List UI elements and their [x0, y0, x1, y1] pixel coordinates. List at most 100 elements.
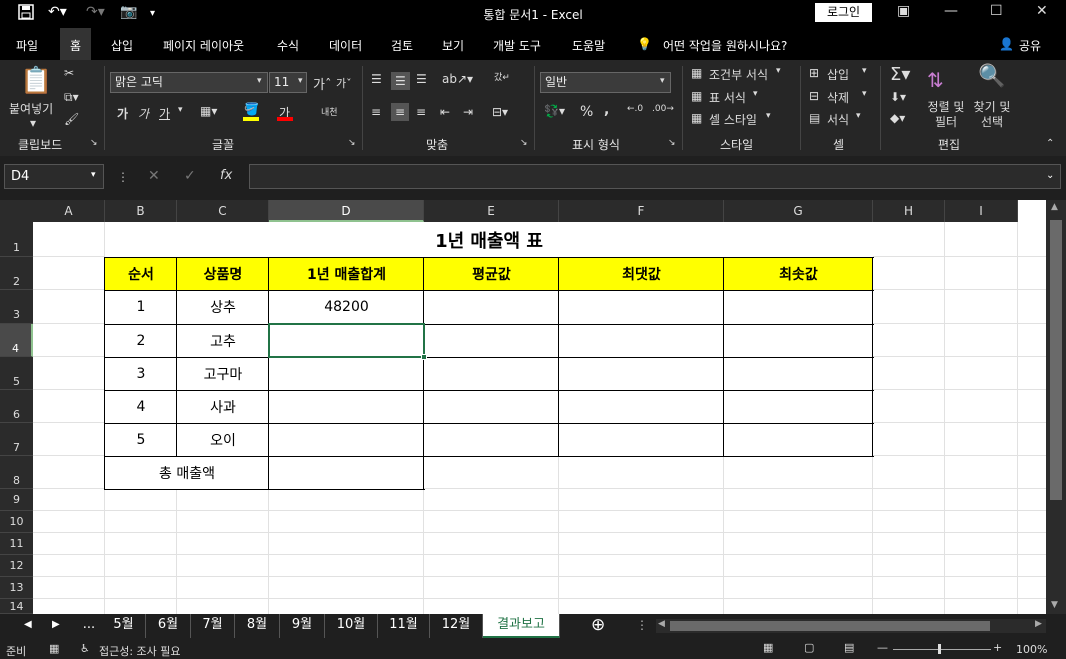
align-top-icon[interactable]: ☰ [371, 72, 382, 86]
table-cell[interactable]: 3 [105, 357, 177, 390]
row-header[interactable]: 5 [0, 357, 33, 390]
table-cell[interactable] [559, 423, 724, 456]
zoom-out-icon[interactable]: — [877, 641, 888, 654]
chevron-down-icon[interactable]: ▾ [776, 66, 781, 76]
column-header[interactable]: A [33, 200, 105, 222]
prev-sheet-icon[interactable]: ◀ [24, 619, 32, 630]
sheet-tab[interactable]: 11월 [378, 614, 430, 638]
row-header[interactable]: 13 [0, 577, 33, 599]
phonetic-button[interactable]: 내천 [321, 105, 338, 118]
header-cell[interactable]: 평균값 [424, 257, 559, 290]
active-cell-selection[interactable] [268, 323, 425, 358]
table-cell[interactable]: 1 [105, 290, 177, 324]
table-cell[interactable] [559, 357, 724, 390]
align-left-icon[interactable]: ≡ [371, 105, 381, 119]
row-header[interactable]: 10 [0, 511, 33, 533]
minimize-icon[interactable]: — [944, 3, 958, 19]
format-cells-button[interactable]: 서식 [827, 111, 849, 128]
header-cell[interactable]: 최댓값 [559, 257, 724, 290]
paste-dropdown-icon[interactable]: ▾ [30, 116, 36, 130]
page-break-view-icon[interactable]: ▤ [844, 641, 854, 654]
horizontal-scrollbar[interactable]: ◀ ▶ [656, 619, 1046, 633]
header-cell[interactable]: 1년 매출합계 [269, 257, 424, 290]
tab-view[interactable]: 보기 [442, 37, 464, 54]
table-format-icon[interactable]: ▦ [691, 89, 702, 103]
scroll-left-icon[interactable]: ◀ [658, 619, 665, 629]
decrease-decimal-icon[interactable]: .00→ [652, 104, 674, 114]
table-cell[interactable]: 사과 [177, 390, 269, 423]
align-center-icon[interactable]: ≡ [391, 103, 410, 121]
tab-developer[interactable]: 개발 도구 [493, 37, 541, 54]
tab-review[interactable]: 검토 [391, 37, 413, 54]
header-cell[interactable]: 상품명 [177, 257, 269, 290]
total-label[interactable]: 총 매출액 [105, 456, 269, 489]
sheet-tab[interactable]: 12월 [430, 614, 483, 638]
delete-cells-button[interactable]: 삭제 [827, 89, 849, 106]
table-cell[interactable]: 상추 [177, 290, 269, 324]
merge-center-icon[interactable]: ⊟▾ [492, 105, 508, 119]
table-cell[interactable] [559, 390, 724, 423]
column-header[interactable]: I [945, 200, 1018, 222]
share-button[interactable]: 공유 [1019, 37, 1041, 54]
expand-formula-icon[interactable]: ⌄ [1046, 170, 1054, 181]
row-header[interactable]: 2 [0, 257, 33, 290]
total-cell[interactable] [269, 456, 424, 489]
table-cell[interactable]: 48200 [269, 290, 424, 324]
column-header[interactable]: G [724, 200, 873, 222]
table-cell[interactable] [424, 357, 559, 390]
sort-filter-button[interactable]: 정렬 및 필터 [925, 100, 967, 130]
chevron-down-icon[interactable]: ▾ [660, 76, 665, 86]
chevron-down-icon[interactable]: ▾ [862, 89, 867, 99]
accessibility-icon[interactable]: ♿ [80, 642, 90, 655]
format-painter-icon[interactable]: 🖌 [64, 112, 79, 126]
zoom-level[interactable]: 100% [1016, 643, 1047, 656]
sort-filter-icon[interactable]: ⇅ [927, 68, 944, 92]
column-header[interactable]: H [873, 200, 945, 222]
insert-function-icon[interactable]: fx [220, 168, 232, 183]
row-header[interactable]: 9 [0, 489, 33, 511]
row-header[interactable]: 3 [0, 290, 33, 324]
scrollbar-thumb[interactable] [670, 621, 990, 631]
table-cell[interactable] [424, 423, 559, 456]
table-cell[interactable] [269, 390, 424, 423]
collapse-ribbon-icon[interactable]: ⌃ [1046, 138, 1054, 149]
enter-icon[interactable]: ✓ [184, 168, 196, 184]
increase-indent-icon[interactable]: ⇥ [463, 105, 473, 119]
scroll-up-icon[interactable]: ▲ [1051, 202, 1058, 212]
table-cell[interactable]: 고구마 [177, 357, 269, 390]
table-cell[interactable]: 고추 [177, 324, 269, 357]
chevron-down-icon[interactable]: ▾ [178, 105, 183, 115]
table-cell[interactable] [424, 290, 559, 324]
sheet-tab[interactable]: 6월 [146, 614, 191, 638]
tab-formulas[interactable]: 수식 [277, 37, 299, 54]
scrollbar-thumb[interactable] [1050, 220, 1062, 500]
zoom-slider[interactable] [893, 649, 991, 650]
scroll-right-icon[interactable]: ▶ [1035, 619, 1042, 629]
accessibility-status[interactable]: 접근성: 조사 필요 [99, 643, 181, 659]
table-cell[interactable]: 오이 [177, 423, 269, 456]
tab-page-layout[interactable]: 페이지 레이아웃 [163, 37, 244, 54]
table-cell[interactable] [724, 324, 873, 357]
copy-icon[interactable]: ⧉▾ [64, 90, 79, 105]
table-cell[interactable] [724, 290, 873, 324]
row-header[interactable]: 8 [0, 456, 33, 489]
tab-file[interactable]: 파일 [16, 37, 38, 54]
chevron-down-icon[interactable]: ▾ [91, 170, 96, 180]
next-sheet-icon[interactable]: ▶ [52, 619, 60, 630]
autosum-icon[interactable]: Σ▾ [890, 64, 910, 85]
increase-decimal-icon[interactable]: ←.0 [627, 104, 643, 114]
person-icon[interactable]: 👤 [999, 37, 1014, 51]
table-cell[interactable] [559, 290, 724, 324]
row-header[interactable]: 1 [0, 222, 33, 257]
table-cell[interactable] [424, 390, 559, 423]
normal-view-icon[interactable]: ▦ [763, 641, 773, 654]
decrease-indent-icon[interactable]: ⇤ [440, 105, 450, 119]
grow-font-icon[interactable]: 가ˆ [313, 74, 331, 93]
ribbon-display-icon[interactable]: ▣ [897, 3, 910, 19]
format-cells-icon[interactable]: ▤ [809, 111, 820, 125]
chevron-down-icon[interactable]: ▾ [766, 111, 771, 121]
sheet-tab[interactable]: 9월 [280, 614, 325, 638]
table-cell[interactable] [724, 423, 873, 456]
fill-handle[interactable] [421, 354, 427, 360]
more-sheets-button[interactable]: ... [76, 614, 102, 638]
